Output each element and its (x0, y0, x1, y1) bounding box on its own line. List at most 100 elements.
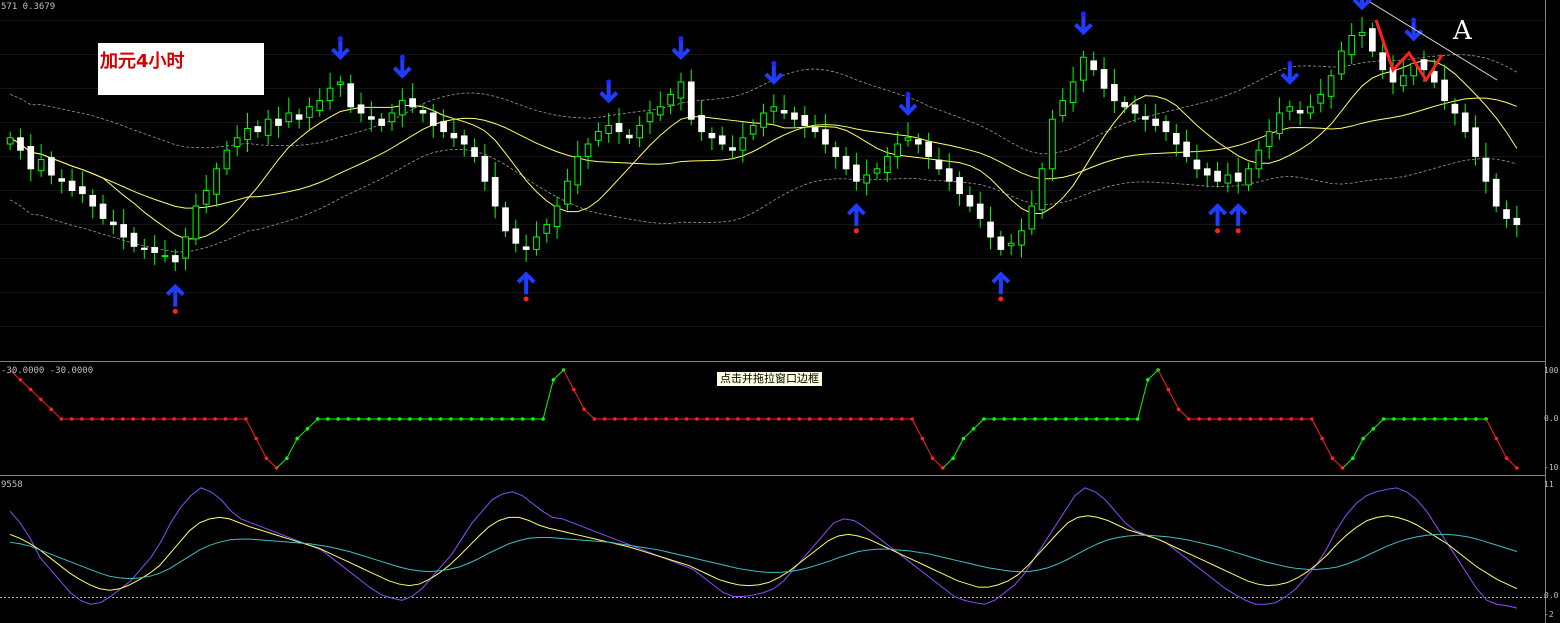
candle-body (17, 137, 24, 151)
candle-body (460, 135, 468, 145)
blue-dot (1287, 60, 1293, 66)
signal-segment (932, 457, 944, 469)
candle-body (48, 157, 55, 176)
candle-body (161, 255, 169, 258)
signal-axis-top-label: 100 (1544, 366, 1559, 375)
candle-body (1296, 110, 1304, 114)
candle-body (636, 124, 644, 139)
signal-segment (1321, 438, 1333, 459)
candle-body (110, 221, 117, 226)
candle-body (894, 143, 901, 157)
signal-segment (40, 399, 52, 410)
signal-segment (50, 408, 62, 420)
candle-body (409, 98, 416, 108)
osc-axis-bottom-label: -2 (1544, 610, 1554, 619)
candle-body (925, 141, 932, 157)
candle-body (1018, 230, 1025, 246)
candle-body (1348, 35, 1356, 56)
candle-body (450, 132, 458, 139)
candle-body (37, 159, 45, 172)
candle-body (89, 194, 97, 207)
candle-body (708, 132, 716, 139)
candle-body (760, 112, 767, 128)
candle-body (1265, 131, 1273, 147)
candle-body (1358, 31, 1366, 37)
candle-body (1492, 178, 1500, 207)
annotation-label: 加元4小时 (100, 51, 185, 72)
red-zigzag (1374, 19, 1444, 83)
candle-body (822, 129, 829, 145)
red-dot (1215, 228, 1221, 234)
candle-body (1451, 103, 1459, 114)
candle-body (966, 194, 974, 207)
candle-body (1100, 69, 1108, 89)
signal-segment (911, 418, 923, 439)
candle-body (512, 228, 520, 244)
candle-body (595, 131, 602, 141)
candle-body (687, 81, 695, 120)
candle-body (1028, 205, 1036, 230)
drag-border-tooltip: 点击并拖拉窗口边框 (716, 371, 823, 387)
signal-segment (1362, 428, 1374, 439)
candle-body (502, 207, 509, 232)
candle-body (1379, 52, 1387, 71)
candle-body (202, 190, 210, 205)
candle-body (378, 118, 386, 126)
candle-body (1203, 168, 1211, 176)
blue-dot (771, 60, 777, 66)
blue-dot (905, 91, 911, 97)
signal-segment (1373, 418, 1384, 430)
candle-body (264, 118, 272, 136)
candle-body (223, 149, 231, 170)
signal-segment (963, 428, 974, 439)
osc-axis-top-label: 11 (1544, 480, 1554, 489)
candle-body (244, 128, 251, 141)
candle-body (626, 134, 633, 139)
candle-body (429, 112, 437, 126)
candle-body (987, 221, 994, 238)
candle-body (1049, 118, 1056, 170)
blue-dot (1411, 17, 1417, 23)
candle-body (1276, 112, 1283, 134)
candle-body (853, 164, 860, 182)
candle-body (419, 110, 427, 114)
signal-segment (307, 418, 318, 430)
candle-body (357, 104, 365, 114)
candle-body (68, 180, 76, 191)
candle-body (1503, 209, 1510, 219)
signal-segment (952, 438, 964, 459)
candle-body (130, 232, 138, 247)
candle-body (584, 143, 592, 157)
candle-body (1007, 242, 1015, 247)
candle-body (1038, 168, 1046, 211)
osc-axis-mid-label: 0.0 (1544, 591, 1559, 600)
candle-body (1059, 100, 1067, 116)
buy-arrow-icon (1208, 203, 1227, 226)
candle-body (605, 124, 613, 134)
buy-arrow-icon (165, 283, 185, 307)
candle-body (1472, 127, 1479, 157)
candle-body (1193, 159, 1201, 170)
signal-segment (583, 408, 595, 420)
candle-body (976, 203, 984, 219)
signal-segment (1495, 438, 1508, 459)
candle-body (316, 100, 324, 112)
osc-slow-line (9, 533, 1518, 580)
signal-segment (1311, 418, 1323, 439)
candle-body (481, 155, 489, 182)
candle-body (1513, 217, 1521, 226)
signal-point (1515, 466, 1519, 470)
annotation-box: 加元4小时 (98, 43, 264, 95)
candle-body (27, 145, 35, 170)
candle-body (1172, 132, 1180, 145)
candle-body (1245, 168, 1252, 186)
candle-body (1069, 81, 1077, 103)
candle-body (749, 124, 757, 135)
signal-segment (1332, 457, 1343, 469)
candle-body (801, 114, 809, 126)
signal-axis-bottom-label: -10 (1544, 463, 1559, 472)
candle-body (1369, 28, 1376, 52)
candle-body (285, 112, 293, 123)
signal-axis-mid-label: 0.0 (1544, 414, 1559, 423)
candle-body (522, 246, 530, 250)
